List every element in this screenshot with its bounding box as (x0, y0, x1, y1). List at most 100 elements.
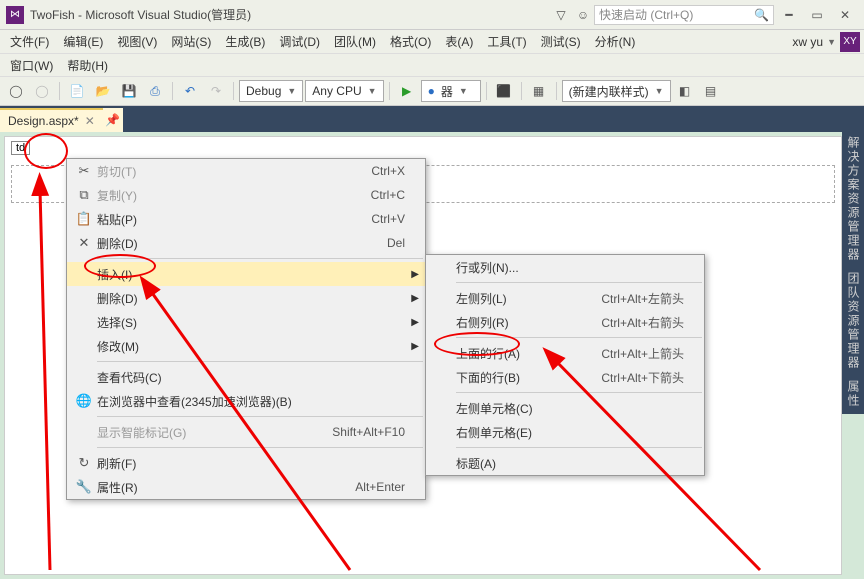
menu-item-label: 剪切(T) (97, 163, 136, 180)
menu-website[interactable]: 网站(S) (165, 31, 217, 52)
menu-test[interactable]: 测试(S) (535, 31, 587, 52)
style-icon[interactable]: ◧ (673, 79, 697, 103)
save-all-button[interactable]: ⎙ (143, 79, 167, 103)
menu-item[interactable]: 🔧属性(R) Alt+Enter (67, 475, 425, 499)
element-tag-label: td (11, 141, 30, 155)
nav-back-button[interactable]: ◯ (4, 79, 28, 103)
menu-item-icon: ↻ (71, 455, 97, 471)
menu-item[interactable]: 左侧列(L)Ctrl+Alt+左箭头 (426, 286, 704, 310)
side-toolwindow-tabs: 解决方案资源管理器 团队资源管理器 属性 (842, 130, 864, 414)
titlebar: ⋈ TwoFish - Microsoft Visual Studio(管理员)… (0, 0, 864, 30)
vs-logo-icon: ⋈ (6, 6, 24, 24)
menu-edit[interactable]: 编辑(E) (57, 31, 109, 52)
menu-tools[interactable]: 工具(T) (481, 31, 532, 52)
menu-item-shortcut: Del (387, 236, 405, 250)
redo-button[interactable]: ↷ (204, 79, 228, 103)
submenu-arrow-icon: ▶ (411, 341, 419, 352)
menu-item[interactable]: 下面的行(B)Ctrl+Alt+下箭头 (426, 365, 704, 389)
feedback-icon[interactable]: ☺ (572, 5, 594, 25)
menu-item-label: 粘贴(P) (97, 211, 137, 228)
menu-item-shortcut: Alt+Enter (355, 480, 405, 494)
menu-view[interactable]: 视图(V) (111, 31, 163, 52)
window-title: TwoFish - Microsoft Visual Studio(管理员) (30, 6, 251, 23)
menu-item-label: 修改(M) (97, 338, 139, 355)
start-button[interactable]: ▶ (395, 79, 419, 103)
submenu-arrow-icon: ▶ (411, 317, 419, 328)
platform-combo[interactable]: Any CPU▼ (305, 80, 383, 102)
search-icon: 🔍 (754, 8, 769, 22)
menu-item-label: 上面的行(A) (456, 345, 520, 362)
menu-item-label: 右侧列(R) (456, 314, 509, 331)
minimize-button[interactable]: ━ (776, 5, 802, 25)
menu-format[interactable]: 格式(O) (384, 31, 437, 52)
menu-item: ⧉复制(Y)Ctrl+C (67, 183, 425, 207)
quick-launch-input[interactable]: 快速启动 (Ctrl+Q) 🔍 (594, 5, 774, 25)
avatar[interactable]: XY (840, 32, 860, 52)
menu-item[interactable]: 右侧列(R)Ctrl+Alt+右箭头 (426, 310, 704, 334)
menu-item[interactable]: 插入(I) ▶ (67, 262, 425, 286)
menu-item-label: 复制(Y) (97, 187, 137, 204)
menu-item[interactable]: 行或列(N)... (426, 255, 704, 279)
menu-item-label: 左侧列(L) (456, 290, 507, 307)
menu-item[interactable]: ↻刷新(F) (67, 451, 425, 475)
undo-button[interactable]: ↶ (178, 79, 202, 103)
menu-file[interactable]: 文件(F) (4, 31, 55, 52)
chevron-down-icon: ▼ (368, 86, 377, 96)
save-button[interactable]: 💾 (117, 79, 141, 103)
menu-item-label: 属性(R) (97, 479, 138, 496)
style-combo[interactable]: (新建内联样式)▼ (562, 80, 671, 102)
menu-item-label: 下面的行(B) (456, 369, 520, 386)
menu-item[interactable]: 右侧单元格(E) (426, 420, 704, 444)
menu-help[interactable]: 帮助(H) (61, 55, 114, 76)
menu-window[interactable]: 窗口(W) (4, 55, 59, 76)
menu-team[interactable]: 团队(M) (328, 31, 382, 52)
user-dropdown-icon[interactable]: ▼ (827, 37, 836, 47)
menu-item-label: 刷新(F) (97, 455, 136, 472)
side-tab-properties[interactable]: 属性 (844, 380, 862, 408)
style-icon-2[interactable]: ▤ (699, 79, 723, 103)
menu-item-label: 删除(D) (97, 235, 138, 252)
menu-analyze[interactable]: 分析(N) (589, 31, 642, 52)
menu-item[interactable]: ✕删除(D) Del (67, 231, 425, 255)
menu-item[interactable]: 查看代码(C) (67, 365, 425, 389)
tab-close-button[interactable]: ✕ (85, 114, 95, 128)
menu-item-label: 行或列(N)... (456, 259, 519, 276)
tool-icon-2[interactable]: ▦ (527, 79, 551, 103)
menu-item-shortcut: Ctrl+C (371, 188, 405, 202)
browser-combo[interactable]: ●器▼ (421, 80, 481, 102)
tool-icon[interactable]: ⬛ (492, 79, 516, 103)
new-file-button[interactable]: 📄 (65, 79, 89, 103)
config-combo[interactable]: Debug▼ (239, 80, 303, 102)
notification-icon[interactable]: ▽ (550, 5, 572, 25)
pin-icon[interactable]: 📌 (103, 108, 123, 132)
side-tab-team-explorer[interactable]: 团队资源管理器 (844, 272, 862, 370)
menu-item[interactable]: 上面的行(A)Ctrl+Alt+上箭头 (426, 341, 704, 365)
menu-debug[interactable]: 调试(D) (273, 31, 326, 52)
menu-item-icon: 🔧 (71, 479, 97, 495)
menu-item-icon: 🌐 (71, 393, 97, 409)
maximize-button[interactable]: ▭ (804, 5, 830, 25)
open-button[interactable]: 📂 (91, 79, 115, 103)
menu-build[interactable]: 生成(B) (219, 31, 271, 52)
menu-item[interactable]: 📋粘贴(P)Ctrl+V (67, 207, 425, 231)
nav-fwd-button[interactable]: ◯ (30, 79, 54, 103)
menubar-row2: 窗口(W) 帮助(H) (0, 54, 864, 76)
menu-item[interactable]: 选择(S)▶ (67, 310, 425, 334)
close-button[interactable]: ✕ (832, 5, 858, 25)
user-name[interactable]: xw yu (792, 35, 823, 49)
menu-item[interactable]: 删除(D)▶ (67, 286, 425, 310)
menu-item[interactable]: 修改(M) ▶ (67, 334, 425, 358)
insert-submenu: 行或列(N)... 左侧列(L)Ctrl+Alt+左箭头右侧列(R)Ctrl+Al… (425, 254, 705, 476)
menu-item[interactable]: 标题(A) (426, 451, 704, 475)
menu-item-label: 插入(I) (97, 266, 132, 283)
menu-item[interactable]: 🌐在浏览器中查看(2345加速浏览器)(B) (67, 389, 425, 413)
side-tab-solution-explorer[interactable]: 解决方案资源管理器 (844, 136, 862, 262)
tab-design[interactable]: Design.aspx* ✕ (0, 108, 103, 132)
menu-table[interactable]: 表(A) (439, 31, 479, 52)
menu-item-icon: ✕ (71, 235, 97, 251)
submenu-arrow-icon: ▶ (411, 269, 419, 280)
menu-item[interactable]: 左侧单元格(C) (426, 396, 704, 420)
document-tabstrip: Design.aspx* ✕ 📌 (0, 106, 864, 132)
submenu-arrow-icon: ▶ (411, 293, 419, 304)
menu-item-shortcut: Shift+Alt+F10 (332, 425, 405, 439)
